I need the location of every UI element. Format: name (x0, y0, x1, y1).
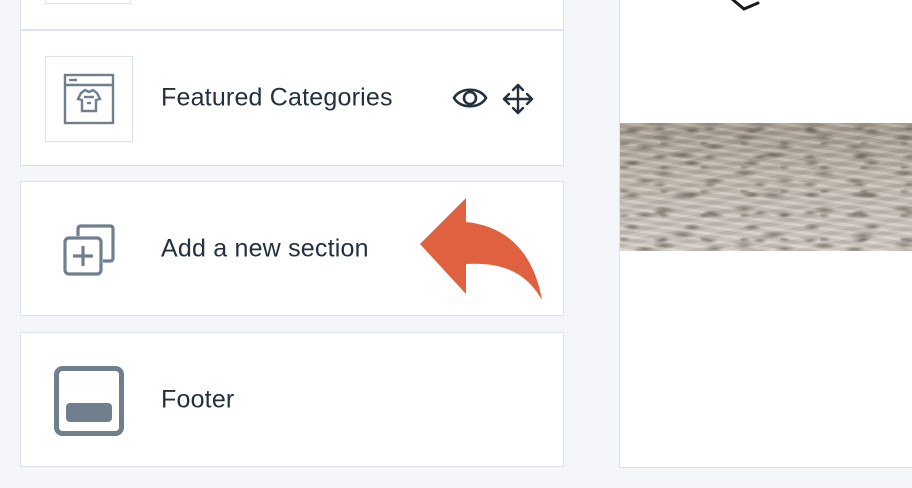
preview-hero-image (620, 123, 912, 251)
page-preview[interactable] (619, 0, 912, 468)
move-arrows-icon (502, 83, 534, 115)
featured-categories-thumbnail (45, 56, 133, 142)
section-label-featured-categories: Featured Categories (161, 83, 393, 112)
section-thumbnail (45, 0, 131, 4)
footer-layout-icon (54, 366, 124, 436)
preview-decoration (730, 0, 760, 11)
storefront-shirt-icon (63, 73, 115, 125)
visibility-toggle-button[interactable] (451, 81, 489, 115)
add-section-label: Add a new section (161, 234, 369, 262)
section-card-footer[interactable]: Footer (20, 332, 564, 467)
curved-arrow-icon (420, 198, 542, 300)
add-section-icon-wrapper (59, 220, 119, 280)
section-label-footer: Footer (161, 385, 235, 413)
section-card-previous[interactable] (20, 0, 564, 30)
drag-handle[interactable] (500, 81, 536, 117)
add-copy-icon (63, 224, 115, 276)
eye-icon (452, 88, 488, 108)
footer-icon-wrapper (53, 365, 125, 437)
section-card-featured-categories[interactable]: Featured Categories (20, 30, 564, 166)
